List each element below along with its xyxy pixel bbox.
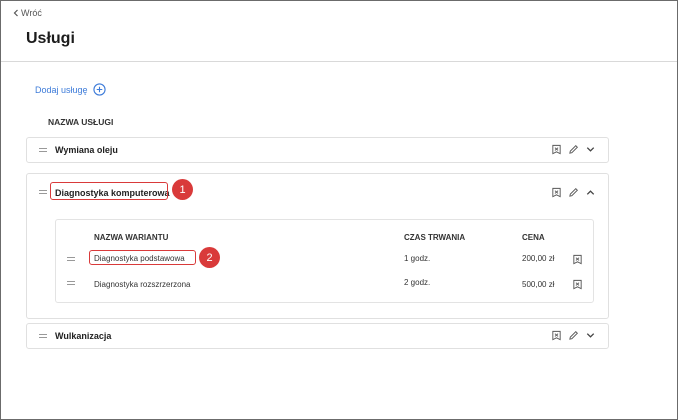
edit-pencil-icon[interactable]	[568, 187, 579, 198]
variant-name: Diagnostyka rozszrzerzona	[94, 280, 191, 289]
variant-price: 500,00 zł	[522, 280, 555, 289]
page-title: Usługi	[26, 30, 75, 47]
step-marker-1: 1	[172, 179, 193, 200]
column-header-price: CENA	[522, 233, 545, 242]
drag-handle-icon[interactable]	[39, 334, 47, 338]
edit-pencil-icon[interactable]	[568, 330, 579, 341]
delete-icon[interactable]	[572, 279, 583, 290]
variant-price: 200,00 zł	[522, 254, 555, 263]
service-name: Wulkanizacja	[55, 331, 112, 341]
variant-duration: 2 godz.	[404, 278, 431, 287]
step-marker-2: 2	[199, 247, 220, 268]
edit-pencil-icon[interactable]	[568, 144, 579, 155]
chevron-left-icon	[13, 9, 18, 17]
drag-handle-icon[interactable]	[39, 190, 47, 194]
app-window: Wróć Usługi Dodaj usługę NAZWA USŁUGI Wy…	[0, 0, 678, 420]
back-label: Wróć	[21, 8, 42, 18]
drag-handle-icon[interactable]	[39, 148, 47, 152]
header-divider	[1, 61, 677, 62]
service-card-wymiana-oleju: Wymiana oleju	[26, 137, 609, 163]
back-link[interactable]: Wróć	[13, 8, 42, 18]
add-service-button[interactable]: Dodaj usługę	[35, 83, 106, 96]
delete-icon[interactable]	[551, 187, 562, 198]
column-header-variant-name: NAZWA WARIANTU	[94, 233, 169, 242]
column-header-service-name: NAZWA USŁUGI	[48, 117, 114, 127]
variant-duration: 1 godz.	[404, 254, 431, 263]
delete-icon[interactable]	[551, 330, 562, 341]
column-header-duration: CZAS TRWANIA	[404, 233, 466, 242]
drag-handle-icon[interactable]	[67, 281, 75, 285]
service-name: Wymiana oleju	[55, 145, 118, 155]
delete-icon[interactable]	[551, 144, 562, 155]
drag-handle-icon[interactable]	[67, 257, 75, 261]
chevron-down-icon[interactable]	[585, 330, 596, 341]
chevron-up-icon[interactable]	[585, 187, 596, 198]
callout-highlight-1	[50, 182, 168, 200]
chevron-down-icon[interactable]	[585, 144, 596, 155]
add-service-label: Dodaj usługę	[35, 84, 88, 95]
delete-icon[interactable]	[572, 254, 583, 265]
plus-circle-icon	[92, 83, 106, 96]
service-card-wulkanizacja: Wulkanizacja	[26, 323, 609, 349]
callout-highlight-2	[89, 250, 196, 265]
